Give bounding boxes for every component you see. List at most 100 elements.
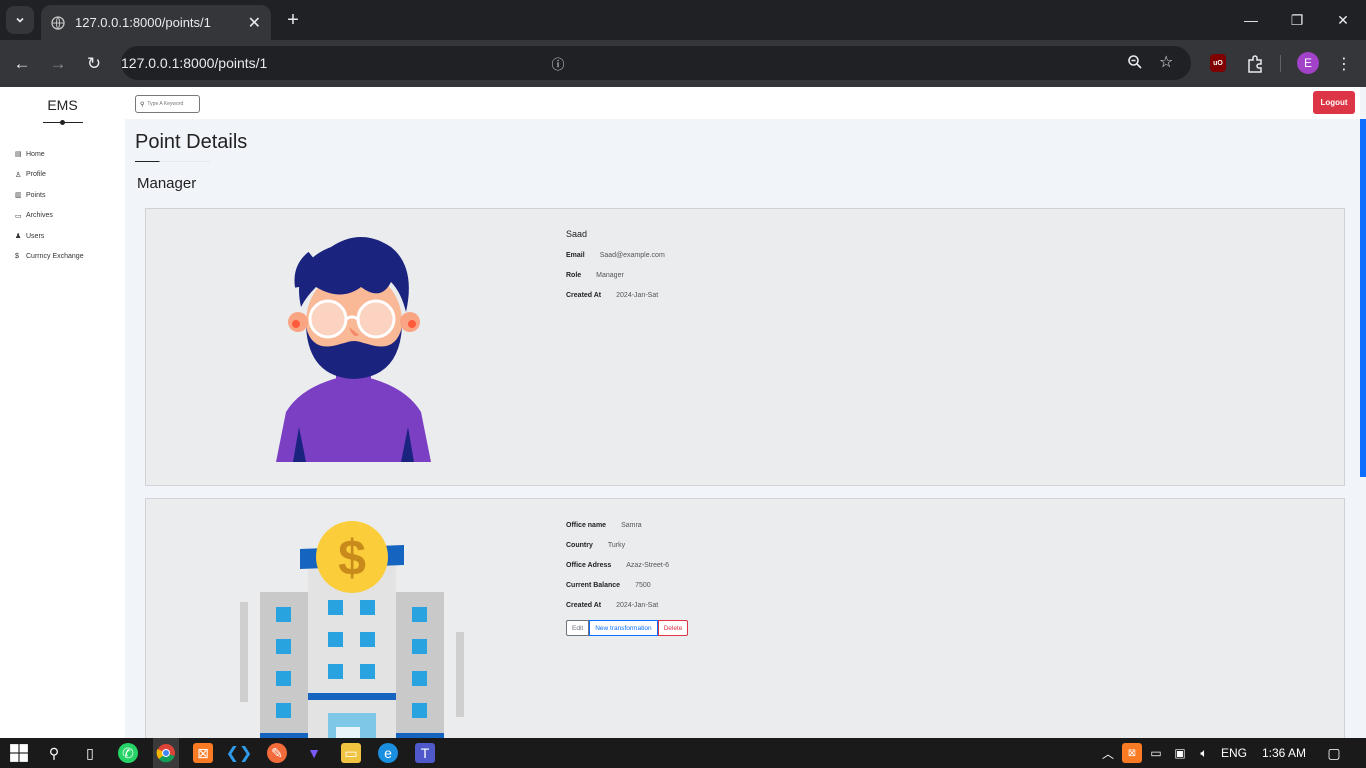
forward-button[interactable]: → [44,50,72,78]
office-name-row: Office name Samra [566,515,688,535]
back-button[interactable]: ← [8,50,36,78]
office-card: $ Office name Samra Country Turky Office… [145,498,1345,738]
minimize-button[interactable]: — [1228,0,1274,40]
address-bar[interactable]: ⓘ 127.0.0.1:8000/points/1 [121,46,1191,80]
xampp-icon[interactable]: ⊠ [193,743,213,763]
logout-button[interactable]: Logout [1313,91,1355,114]
row-value: Turky [607,541,626,549]
manager-email-row: Email Saad@example.com [566,245,665,265]
ublock-label: uO [1213,59,1223,67]
row-label: Created At [566,601,602,609]
row-value: 7500 [635,581,651,589]
bookmark-star-icon[interactable]: ☆ [1159,52,1173,72]
sidebar-item-currency-exchange[interactable]: $ Currncy Exchange [15,247,84,268]
tab-search-button[interactable] [6,6,34,34]
chart-icon: ▤ [15,151,22,159]
row-label: Office Adress [566,561,612,569]
profile-avatar[interactable]: E [1297,52,1319,74]
sidebar-nav: ▤ Home ♙ Profile ▥ Points ▭ Archives ♟ U… [15,144,84,267]
teams-icon[interactable]: T [415,743,435,763]
reload-button[interactable]: ↻ [80,50,108,78]
browser-tab[interactable]: 127.0.0.1:8000/points/1 ✕ [41,5,271,40]
network-icon[interactable]: ▣ [1170,743,1190,763]
extensions-icon[interactable] [1244,52,1266,74]
ublock-icon[interactable]: uO [1210,54,1226,72]
new-transformation-button[interactable]: New transformation [589,620,658,636]
manager-created-row: Created At 2024-Jan-Sat [566,285,665,305]
volume-icon[interactable]: 🔈︎ [1194,743,1214,763]
menu-dots-icon[interactable]: ⋮ [1336,54,1352,74]
close-tab-icon[interactable]: ✕ [248,13,261,33]
title-underline [135,161,210,162]
sidebar: EMS ▤ Home ♙ Profile ▥ Points ▭ Archives… [0,87,125,738]
chevron-up-icon[interactable]: ︿ [1098,743,1118,763]
page-title: Point Details [135,131,248,153]
chrome-icon[interactable] [156,743,176,763]
site-info-icon[interactable]: ⓘ [541,54,575,73]
folder-icon: ▭ [15,212,22,220]
users-icon: ♟ [15,233,22,241]
scrollbar-thumb[interactable] [1360,119,1366,477]
row-label: Office name [566,521,607,529]
row-label: Created At [566,291,602,299]
row-value: Samra [621,521,642,529]
task-view-icon[interactable]: ▯ [80,743,100,763]
page-scrollbar[interactable] [1360,87,1366,738]
search-icon: ⚲ [140,101,145,108]
postman-icon[interactable]: ✎ [267,743,287,763]
close-window-button[interactable]: ✕ [1320,0,1366,40]
office-actions: Edit New transformation Delete [566,620,689,636]
battery-icon[interactable]: ▭ [1146,743,1166,763]
brand-divider-dot [60,120,65,125]
row-value: Manager [596,271,624,279]
edge-icon[interactable]: e [378,743,398,763]
notifications-icon[interactable]: ▢ [1324,743,1344,763]
app-triangle-icon[interactable]: ▼ [304,743,324,763]
edit-button[interactable]: Edit [566,620,590,636]
delete-button[interactable]: Delete [657,620,689,636]
row-value: Saad@example.com [599,251,665,259]
new-tab-button[interactable]: + [282,9,304,31]
clock[interactable]: 1:36 AM [1262,746,1306,760]
sidebar-item-users[interactable]: ♟ Users [15,226,84,247]
tab-title: 127.0.0.1:8000/points/1 [75,15,211,30]
sidebar-item-profile[interactable]: ♙ Profile [15,165,84,186]
manager-avatar-illustration [276,237,431,462]
office-balance-row: Current Balance 7500 [566,575,688,595]
profile-initial: E [1303,56,1312,70]
vscode-icon[interactable]: ❮❯ [226,743,253,763]
brand-title: EMS [47,97,78,113]
manager-name: Saad [566,229,588,239]
whatsapp-icon[interactable]: ✆ [118,743,138,763]
row-value: 2024-Jan-Sat [616,601,659,609]
row-label: Current Balance [566,581,621,589]
row-label: Email [566,251,585,259]
search-icon[interactable]: ⚲ [44,743,64,763]
xampp-tray-icon[interactable]: ⊠ [1122,743,1142,763]
dollar-icon: $ [15,253,19,261]
web-page: EMS ▤ Home ♙ Profile ▥ Points ▭ Archives… [0,87,1366,738]
zoom-icon[interactable] [1127,54,1143,70]
language-indicator[interactable]: ENG [1221,746,1247,760]
manager-role-row: Role Manager [566,265,665,285]
office-country-row: Country Turky [566,535,688,555]
manager-info: Saad Email Saad@example.com Role Manager… [566,229,665,305]
browser-toolbar: ← → ↻ ⓘ 127.0.0.1:8000/points/1 ☆ uO ⋮ [0,40,1366,87]
manager-card: Saad Email Saad@example.com Role Manager… [145,208,1345,486]
sidebar-item-label: Currncy Exchange [26,253,84,261]
restore-button[interactable]: ❐ [1274,0,1320,40]
search-box[interactable]: ⚲ [135,95,200,113]
sidebar-item-label: Profile [26,171,46,179]
chevron-down-icon [16,17,24,23]
url-text: 127.0.0.1:8000/points/1 [121,55,268,71]
globe-icon [51,15,65,30]
sidebar-item-archives[interactable]: ▭ Archives [15,206,84,227]
windows-taskbar: ⚲ ▯ ✆ ⊠ ❮❯ ✎ ▼ ▭ e T ︿ ⊠ ▭ ▣ 🔈︎ ENG 1:36… [0,738,1366,768]
search-input[interactable] [147,101,196,107]
office-info: Office name Samra Country Turky Office A… [566,515,689,636]
file-explorer-icon[interactable]: ▭ [341,743,361,763]
windows-start-icon[interactable] [9,743,29,763]
sidebar-item-points[interactable]: ▥ Points [15,185,84,206]
sidebar-item-home[interactable]: ▤ Home [15,144,84,165]
sidebar-item-label: Points [26,191,46,199]
